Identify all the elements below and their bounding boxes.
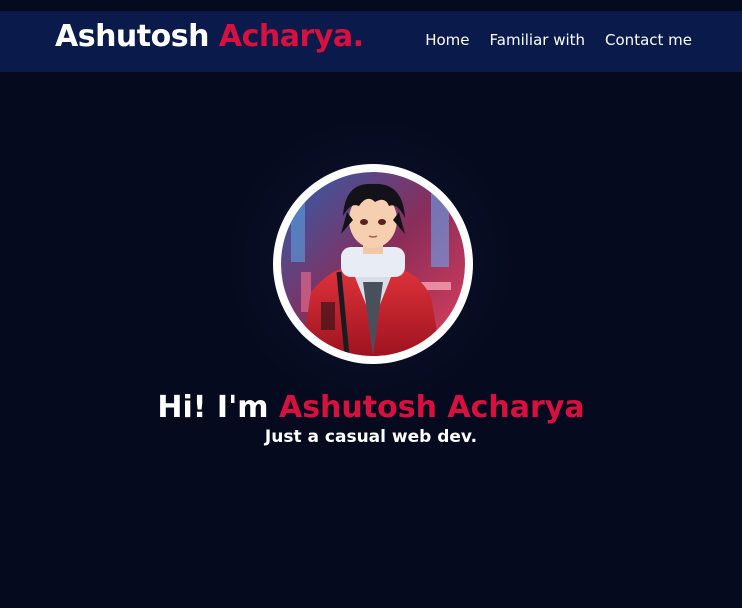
hero-tagline: Just a casual web dev. <box>264 427 478 447</box>
brand-logo[interactable]: Ashutosh Acharya. <box>55 19 364 54</box>
avatar <box>273 164 473 364</box>
hero-section: Hi! I'm Ashutosh Acharya Just a casual w… <box>0 72 742 608</box>
nav-link-home[interactable]: Home <box>425 31 469 49</box>
anime-character-avatar-icon <box>281 172 465 356</box>
hero-headline: Hi! I'm Ashutosh Acharya <box>0 390 742 425</box>
brand-last-name: Acharya. <box>218 19 364 54</box>
nav-link-contact-me[interactable]: Contact me <box>605 31 692 49</box>
nav-links: Home Familiar with Contact me <box>425 31 692 49</box>
nav-link-familiar-with[interactable]: Familiar with <box>490 31 586 49</box>
page: Ashutosh Acharya. Home Familiar with Con… <box>0 0 742 608</box>
navbar: Ashutosh Acharya. Home Familiar with Con… <box>0 11 742 72</box>
brand-first-name: Ashutosh <box>55 19 209 54</box>
hero-name: Ashutosh Acharya <box>278 390 585 425</box>
hero-greeting: Hi! I'm <box>157 390 269 425</box>
